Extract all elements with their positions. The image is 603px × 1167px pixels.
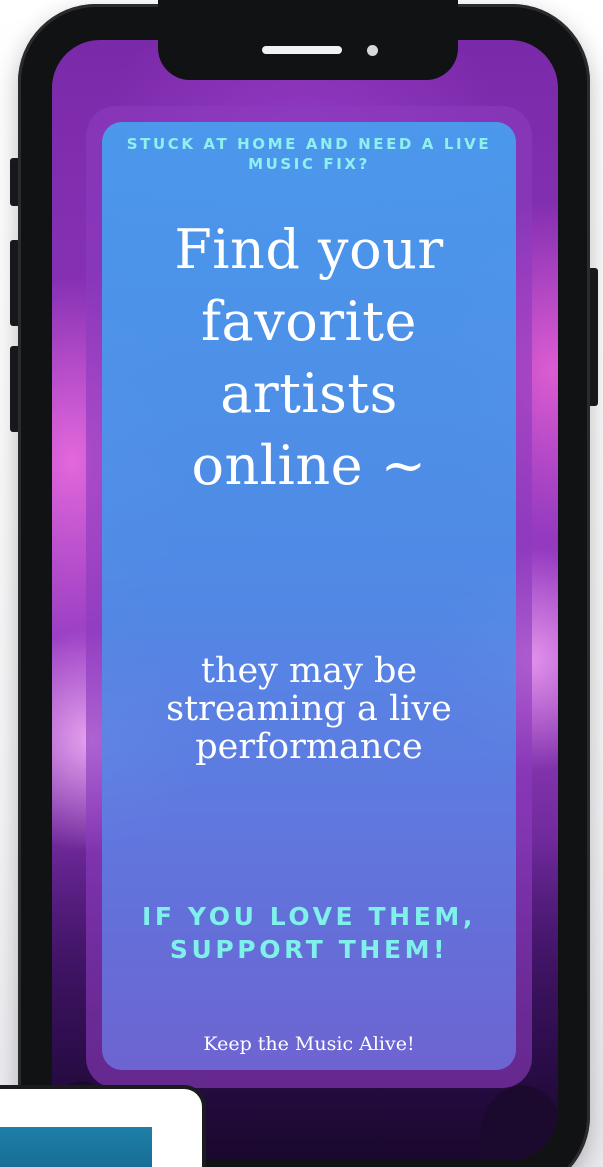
secondary-device	[0, 1085, 206, 1167]
headline: Find your favorite artists online ~	[174, 218, 444, 497]
promo-card: STUCK AT HOME AND NEED A LIVE MUSIC FIX?…	[102, 122, 516, 1070]
speaker-grille	[262, 46, 342, 54]
support-callout: IF YOU LOVE THEM, SUPPORT THEM!	[142, 902, 476, 964]
eyebrow-text: STUCK AT HOME AND NEED A LIVE MUSIC FIX?	[126, 135, 492, 173]
subline: they may be streaming a live performance	[166, 651, 452, 767]
signoff-text: Keep the Music Alive!	[203, 1033, 415, 1055]
phone-notch	[158, 0, 458, 80]
secondary-device-screen	[0, 1127, 152, 1167]
front-camera	[367, 45, 378, 56]
mockup-stage: STUCK AT HOME AND NEED A LIVE MUSIC FIX?…	[0, 0, 603, 1167]
